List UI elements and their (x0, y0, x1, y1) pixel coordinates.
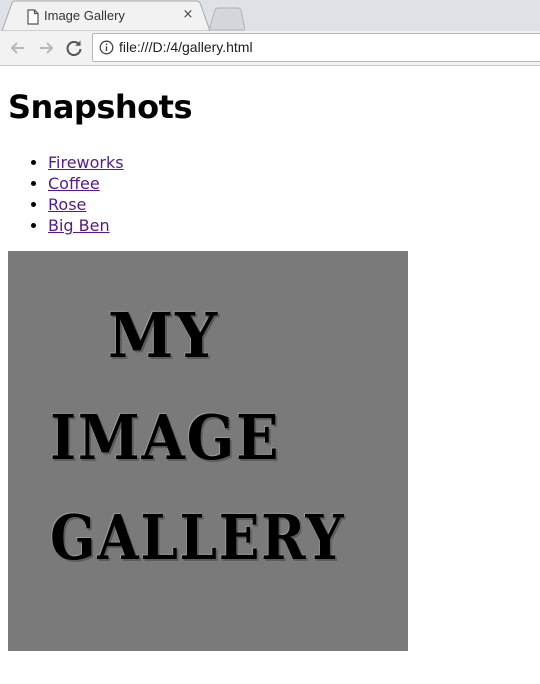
placeholder-text-line: IMAGE (50, 401, 281, 474)
list-item: Big Ben (48, 215, 124, 236)
active-tab[interactable]: Image Gallery × (10, 1, 206, 31)
url-text: file:///D:/4/gallery.html (119, 39, 253, 55)
browser-toolbar: file:///D:/4/gallery.html (0, 31, 540, 66)
placeholder-text-line: MY (108, 299, 220, 372)
browser-tab-strip: Image Gallery × (0, 0, 540, 31)
link-fireworks[interactable]: Fireworks (48, 153, 124, 172)
gallery-placeholder-image: MY IMAGE GALLERY (8, 251, 408, 651)
new-tab-button[interactable] (205, 5, 245, 31)
placeholder-text-line: GALLERY (50, 501, 346, 574)
image-link-list: Fireworks Coffee Rose Big Ben (8, 152, 124, 236)
forward-icon[interactable] (35, 37, 57, 59)
info-icon[interactable] (99, 40, 114, 55)
list-item: Fireworks (48, 152, 124, 173)
link-coffee[interactable]: Coffee (48, 174, 100, 193)
address-bar[interactable]: file:///D:/4/gallery.html (92, 33, 540, 62)
reload-icon[interactable] (63, 37, 85, 59)
document-icon (27, 9, 39, 25)
list-item: Rose (48, 194, 124, 215)
tab-title: Image Gallery (44, 8, 125, 23)
link-big-ben[interactable]: Big Ben (48, 216, 110, 235)
page-content: Snapshots Fireworks Coffee Rose Big Ben … (0, 66, 540, 684)
close-icon[interactable]: × (180, 7, 196, 23)
page-title: Snapshots (8, 88, 192, 126)
back-icon[interactable] (7, 37, 29, 59)
list-item: Coffee (48, 173, 124, 194)
link-rose[interactable]: Rose (48, 195, 86, 214)
